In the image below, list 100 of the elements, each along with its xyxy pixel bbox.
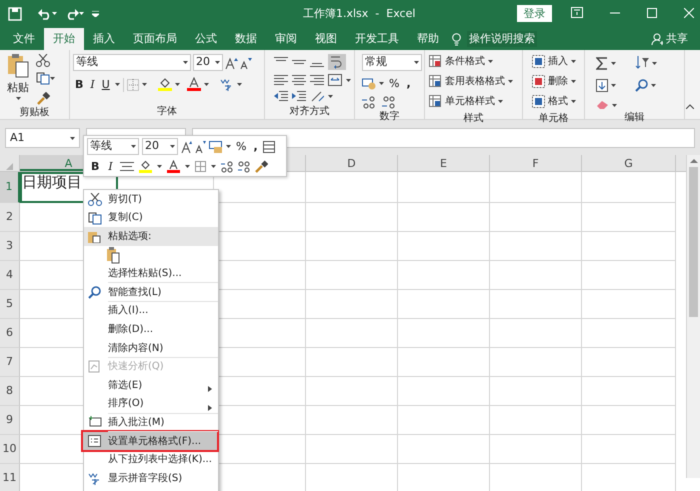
font-name-dropdown[interactable]: 等线 xyxy=(87,138,139,155)
save-icon[interactable] xyxy=(8,7,22,21)
caret-icon[interactable] xyxy=(131,145,136,148)
menu-item[interactable]: 排序(O) xyxy=(84,394,218,414)
caret-icon[interactable] xyxy=(52,12,57,16)
grid-cell[interactable] xyxy=(306,290,398,319)
grid-cell[interactable] xyxy=(398,377,490,406)
caret-icon[interactable] xyxy=(498,100,503,103)
row-header[interactable]: 1 xyxy=(6,178,12,196)
scroll-up-icon[interactable] xyxy=(690,159,698,163)
underline-button[interactable]: U xyxy=(100,75,112,94)
percent-button[interactable]: % xyxy=(387,74,402,93)
format-cells-icon[interactable] xyxy=(88,434,101,447)
conditional-format-icon[interactable] xyxy=(429,55,442,68)
column-header[interactable]: D xyxy=(347,157,356,170)
maximize-icon[interactable] xyxy=(647,8,657,18)
caret-icon[interactable] xyxy=(612,104,617,106)
grid-cell[interactable] xyxy=(582,348,676,377)
fill-color-icon[interactable] xyxy=(158,77,172,92)
ribbon-tab[interactable]: 页面布局 xyxy=(124,28,186,50)
grid-cell[interactable] xyxy=(306,406,398,435)
grow-font-icon[interactable] xyxy=(181,140,192,152)
shrink-font-icon[interactable] xyxy=(240,56,252,68)
grid-cell[interactable] xyxy=(490,377,582,406)
ribbon-tab[interactable]: 审阅 xyxy=(266,28,306,50)
align-left-icon[interactable] xyxy=(274,74,288,86)
column-header[interactable]: G xyxy=(624,157,633,170)
caret-icon[interactable] xyxy=(204,83,209,86)
insert-cells-icon[interactable] xyxy=(532,55,545,68)
bold-button[interactable]: B xyxy=(89,159,102,174)
comment-icon[interactable] xyxy=(88,416,102,428)
undo-icon[interactable] xyxy=(38,8,52,20)
font-color-icon[interactable] xyxy=(166,160,180,173)
ribbon-tab[interactable]: 文件 xyxy=(4,28,44,50)
grid-cell[interactable] xyxy=(306,232,398,261)
grid-cell[interactable] xyxy=(582,319,676,348)
caret-icon[interactable] xyxy=(215,61,220,64)
clipboard-icon[interactable] xyxy=(88,230,101,244)
caret-icon[interactable] xyxy=(346,78,351,82)
grid-cell[interactable] xyxy=(490,435,582,464)
fill-color-icon[interactable] xyxy=(138,160,152,173)
grid-cell[interactable] xyxy=(582,377,676,406)
ribbon-tab[interactable]: 帮助 xyxy=(408,28,448,50)
menu-item[interactable]: 复制(C) xyxy=(84,208,218,228)
caret-icon[interactable] xyxy=(183,61,188,64)
caret-icon[interactable] xyxy=(170,145,175,148)
ribbon-tab[interactable]: 开发工具 xyxy=(346,28,408,50)
caret-icon[interactable] xyxy=(328,94,333,98)
grid-cell[interactable] xyxy=(490,203,582,232)
grid-cell[interactable] xyxy=(582,290,676,319)
grid-cell[interactable] xyxy=(398,172,490,203)
delete-cells-icon[interactable] xyxy=(532,75,545,88)
orientation-icon[interactable] xyxy=(310,90,324,102)
search-icon[interactable] xyxy=(635,78,648,92)
ribbon-tab[interactable]: 视图 xyxy=(306,28,346,50)
fill-down-icon[interactable] xyxy=(596,79,608,92)
grid-cell[interactable] xyxy=(490,232,582,261)
ribbon-tab[interactable]: 开始 xyxy=(44,28,84,50)
format-painter-icon[interactable] xyxy=(254,160,268,173)
decrease-decimal-icon[interactable] xyxy=(382,96,396,109)
cells-button[interactable]: 插入 xyxy=(547,52,569,71)
decrease-decimal-icon[interactable] xyxy=(238,160,250,172)
caret-icon[interactable] xyxy=(611,62,616,65)
scissors-icon[interactable] xyxy=(88,193,102,206)
caret-icon[interactable] xyxy=(571,60,576,63)
font-color-icon[interactable] xyxy=(186,77,201,92)
phonetic-icon[interactable] xyxy=(220,77,234,92)
grid-cell[interactable] xyxy=(490,406,582,435)
collapse-ribbon-icon[interactable] xyxy=(686,104,694,109)
caret-icon[interactable] xyxy=(414,61,419,64)
sum-icon[interactable] xyxy=(596,56,608,70)
grid-cell[interactable] xyxy=(306,319,398,348)
align-right-icon[interactable] xyxy=(310,74,324,86)
caret-icon[interactable] xyxy=(184,165,190,168)
ribbon-display-icon[interactable] xyxy=(571,7,583,18)
caret-icon[interactable] xyxy=(379,82,384,85)
currency-icon[interactable] xyxy=(362,77,376,90)
caret-icon[interactable] xyxy=(651,84,656,88)
submenu-arrow-icon[interactable] xyxy=(208,404,212,411)
customize-icon[interactable] xyxy=(92,10,99,17)
grid-cell[interactable] xyxy=(582,435,676,464)
cell-style-icon[interactable] xyxy=(429,95,442,108)
grid-cell[interactable] xyxy=(306,348,398,377)
shrink-font-icon[interactable] xyxy=(195,140,206,152)
caret-icon[interactable] xyxy=(142,83,147,86)
format-painter-icon[interactable] xyxy=(36,92,50,104)
caret-icon[interactable] xyxy=(16,97,20,100)
grow-font-icon[interactable] xyxy=(225,56,238,68)
italic-button[interactable]: I xyxy=(88,75,97,94)
name-box[interactable]: A1 xyxy=(5,128,80,148)
lightbulb-icon[interactable] xyxy=(452,32,461,46)
caret-icon[interactable] xyxy=(70,136,75,140)
scissors-icon[interactable] xyxy=(36,54,50,67)
caret-icon[interactable] xyxy=(210,165,216,168)
copy-icon[interactable] xyxy=(88,212,102,225)
caret-icon[interactable] xyxy=(508,80,513,83)
cells-button[interactable]: 格式 xyxy=(547,92,569,111)
caret-icon[interactable] xyxy=(488,60,493,63)
increase-decimal-icon[interactable] xyxy=(220,160,233,172)
caret-icon[interactable] xyxy=(50,77,55,80)
